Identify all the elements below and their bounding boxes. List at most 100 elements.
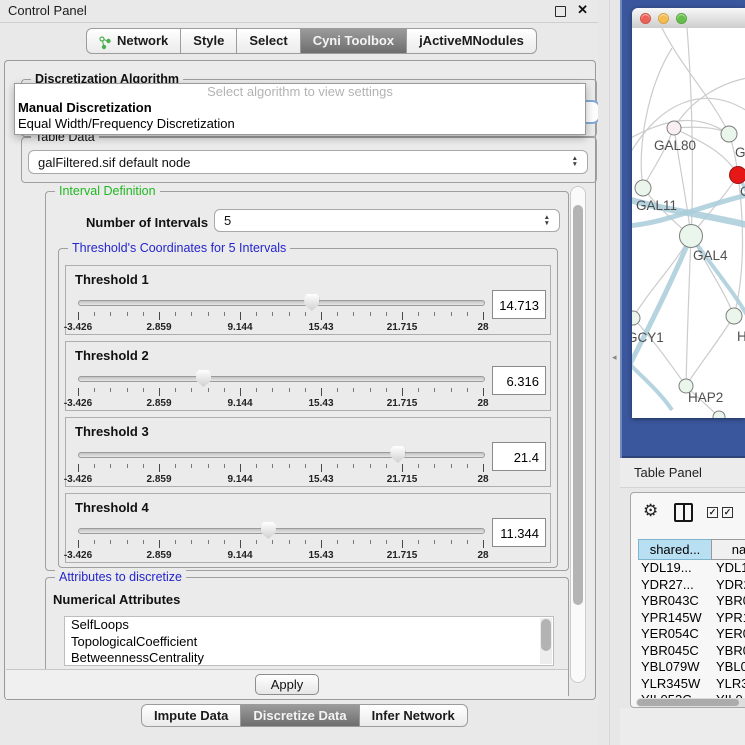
network-node[interactable] — [635, 180, 651, 196]
network-view-window: GAL80GAGAL11CGAL4GCY1HHAP2 — [632, 8, 745, 418]
window-titlebar — [632, 8, 745, 29]
control-panel: Control Panel ✕ Network Style Select — [0, 0, 599, 745]
dropdown-placeholder: Select algorithm to view settings — [15, 84, 585, 100]
table-row[interactable]: YBR045CYBR0 — [638, 643, 745, 660]
tab-impute-data[interactable]: Impute Data — [141, 704, 241, 727]
slider-track[interactable] — [78, 452, 485, 458]
threshold-panel: Threshold 1 -3.4262.8599.14415.4321.7152… — [65, 265, 551, 335]
threshold-value-field[interactable]: 21.4 — [492, 442, 546, 471]
slider-track[interactable] — [78, 300, 485, 306]
network-icon — [99, 34, 112, 48]
columns-icon[interactable] — [674, 503, 693, 522]
threshold-panel: Threshold 2 -3.4262.8599.14415.4321.7152… — [65, 341, 551, 411]
slider-tick-labels: -3.4262.8599.14415.4321.71528 — [78, 550, 483, 561]
slider-ticks — [78, 312, 483, 321]
table-row[interactable]: YDR27...YDR2 — [638, 577, 745, 594]
network-node[interactable] — [730, 167, 745, 184]
close-window-button[interactable] — [640, 13, 651, 24]
scrollbar-thumb[interactable] — [637, 699, 739, 706]
group-title: Interval Definition — [55, 184, 160, 198]
gear-icon[interactable]: ⚙ — [643, 501, 658, 521]
algorithm-dropdown-popup: Select algorithm to view settings Manual… — [14, 83, 586, 135]
table-toolbar: ⚙ ✓ ✓ — [631, 493, 745, 535]
interval-definition-group: Interval Definition Number of Intervals … — [45, 191, 569, 571]
list-scrollbar[interactable] — [540, 618, 552, 664]
node-table: ⚙ ✓ ✓ shared... name YDL19...YDL1YDR27..… — [630, 492, 745, 708]
group-title: Attributes to discretize — [55, 570, 186, 584]
network-node[interactable] — [680, 225, 703, 248]
close-icon[interactable]: ✕ — [577, 2, 588, 18]
list-item[interactable]: TopologicalCoefficient — [65, 634, 553, 651]
column-header-name[interactable]: name — [711, 539, 745, 560]
splitter-handle-icon[interactable]: ◂ — [612, 352, 617, 363]
horizontal-scrollbar[interactable] — [636, 698, 745, 707]
tab-discretize-data[interactable]: Discretize Data — [240, 704, 359, 727]
scrollbar-thumb[interactable] — [573, 205, 583, 605]
slider-tick-labels: -3.4262.8599.14415.4321.71528 — [78, 398, 483, 409]
slider-thumb-icon[interactable] — [196, 370, 211, 387]
tab-style[interactable]: Style — [180, 28, 237, 54]
slider-track[interactable] — [78, 376, 485, 382]
table-row[interactable]: YBR043CYBR0 — [638, 593, 745, 610]
number-of-intervals-combobox[interactable]: 5 ▲▼ — [214, 209, 560, 232]
threshold-label: Threshold 3 — [75, 424, 149, 439]
threshold-slider[interactable]: -3.4262.8599.14415.4321.71528 — [78, 446, 483, 484]
table-row[interactable]: YPR145WYPR1 — [638, 610, 745, 627]
slider-track[interactable] — [78, 528, 485, 534]
top-tab-bar: Network Style Select Cyni Toolbox jActiv… — [86, 28, 537, 54]
numerical-attributes-label: Numerical Attributes — [53, 592, 180, 607]
slider-tick-labels: -3.4262.8599.14415.4321.71528 — [78, 322, 483, 333]
threshold-panel: Threshold 4 -3.4262.8599.14415.4321.7152… — [65, 493, 551, 563]
threshold-slider[interactable]: -3.4262.8599.14415.4321.71528 — [78, 522, 483, 560]
network-node[interactable] — [632, 311, 640, 325]
node-label: H — [737, 329, 745, 344]
network-node[interactable] — [721, 126, 737, 142]
slider-thumb-icon[interactable] — [390, 446, 405, 463]
control-panel-titlebar: Control Panel ✕ — [0, 0, 598, 23]
minimize-window-button[interactable] — [658, 13, 669, 24]
panel-title: Control Panel — [8, 3, 87, 18]
zoom-window-button[interactable] — [676, 13, 687, 24]
network-node[interactable] — [726, 308, 742, 324]
apply-button[interactable]: Apply — [255, 674, 319, 695]
splitter-divider[interactable] — [609, 0, 610, 745]
threshold-slider[interactable]: -3.4262.8599.14415.4321.71528 — [78, 294, 483, 332]
table-row[interactable]: YER054CYER0 — [638, 626, 745, 643]
node-label: GA — [735, 145, 745, 160]
threshold-value-field[interactable]: 14.713 — [492, 290, 546, 319]
node-label: GAL11 — [636, 198, 677, 213]
dropdown-option-manual[interactable]: Manual Discretization — [15, 100, 585, 116]
network-canvas[interactable]: GAL80GAGAL11CGAL4GCY1HHAP2 — [632, 28, 745, 418]
table-data-combobox[interactable]: galFiltered.sif default node ▲▼ — [28, 150, 588, 174]
application-window: Control Panel ✕ Network Style Select — [0, 0, 745, 745]
checkbox-icon[interactable]: ✓ — [722, 507, 733, 518]
tab-jactivemnodules[interactable]: jActiveMNodules — [406, 28, 537, 54]
numerical-attributes-list[interactable]: SelfLoops TopologicalCoefficient Between… — [64, 616, 554, 666]
tab-network[interactable]: Network — [86, 28, 181, 54]
table-row[interactable]: YLR345WYLR3 — [638, 676, 745, 693]
node-label: GAL4 — [693, 248, 728, 263]
slider-thumb-icon[interactable] — [261, 522, 276, 539]
threshold-value-field[interactable]: 6.316 — [492, 366, 546, 395]
network-node[interactable] — [713, 411, 725, 418]
tab-select[interactable]: Select — [236, 28, 300, 54]
slider-thumb-icon[interactable] — [304, 294, 319, 311]
vertical-scrollbar[interactable] — [570, 186, 586, 683]
list-item[interactable]: SelfLoops — [65, 617, 553, 634]
threshold-slider[interactable]: -3.4262.8599.14415.4321.71528 — [78, 370, 483, 408]
table-panel-header: Table Panel — [620, 458, 745, 488]
network-node[interactable] — [667, 121, 681, 135]
dropdown-option-equal-width[interactable]: Equal Width/Frequency Discretization — [15, 116, 585, 132]
list-item[interactable]: BetweennessCentrality — [65, 650, 553, 666]
table-row[interactable]: YDL19...YDL1 — [638, 560, 745, 577]
tab-cyni-toolbox[interactable]: Cyni Toolbox — [300, 28, 407, 54]
cyni-toolbox-content: Discretization Algorithm Select algorith… — [4, 60, 596, 700]
float-window-icon[interactable] — [555, 6, 566, 17]
slider-tick-labels: -3.4262.8599.14415.4321.71528 — [78, 474, 483, 485]
table-row[interactable]: YBL079WYBL0 — [638, 659, 745, 676]
chevron-updown-icon: ▲▼ — [544, 215, 550, 226]
tab-infer-network[interactable]: Infer Network — [359, 704, 468, 727]
threshold-value-field[interactable]: 11.344 — [492, 518, 546, 547]
checkbox-icon[interactable]: ✓ — [707, 507, 718, 518]
column-header-shared[interactable]: shared... — [638, 539, 712, 560]
